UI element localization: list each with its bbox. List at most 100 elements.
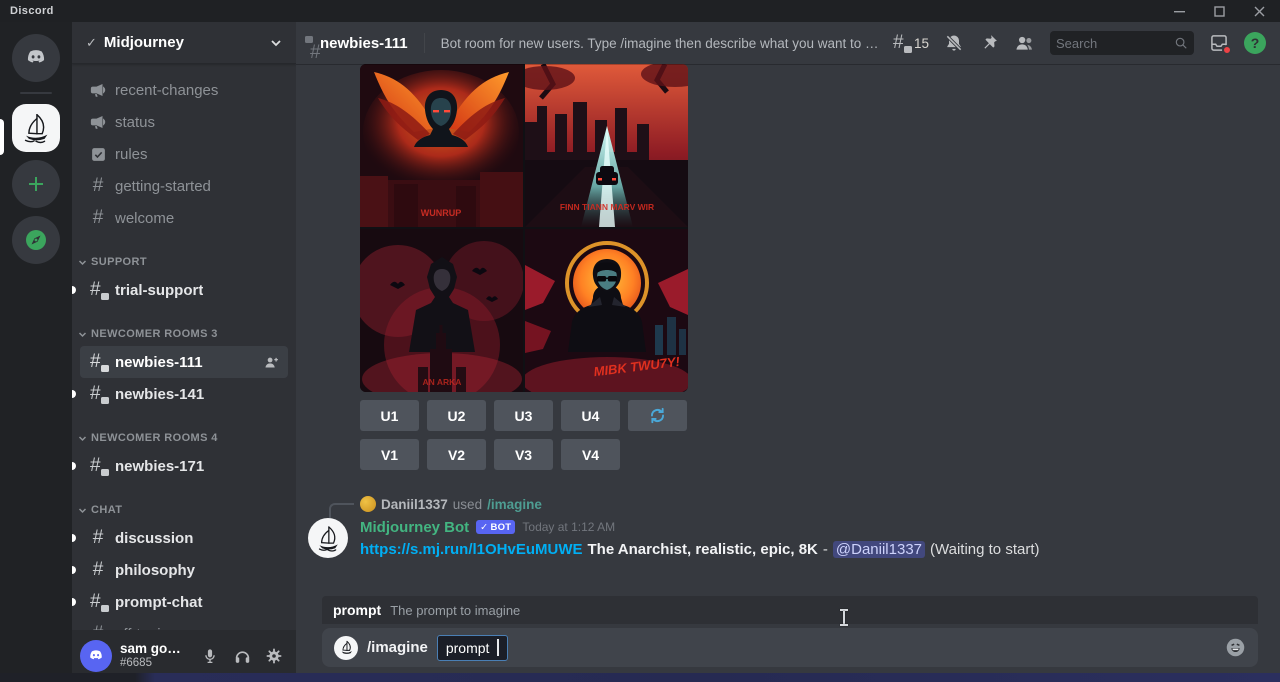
hash-icon: # [88, 624, 108, 630]
search-box[interactable] [1050, 31, 1194, 55]
channel-label: discussion [115, 530, 193, 547]
channel-label: prompt-chat [115, 594, 203, 611]
midjourney-bot-avatar[interactable] [308, 518, 348, 558]
hash-limited-icon: # [88, 280, 108, 300]
sidebar-item-prompt-chat[interactable]: # prompt-chat [80, 586, 288, 618]
upscale-u4-button[interactable]: U4 [561, 400, 620, 431]
unread-indicator [72, 462, 76, 470]
channel-label: philosophy [115, 562, 195, 579]
category-chat[interactable]: CHAT [72, 498, 296, 522]
prompt-link[interactable]: https://s.mj.run/l1OHvEuMUWE [360, 541, 583, 558]
minimize-button[interactable] [1172, 4, 1186, 18]
hash-icon: # [88, 176, 108, 196]
user-avatar[interactable] [80, 640, 112, 672]
explore-servers-button[interactable] [12, 216, 60, 264]
category-label: NEWCOMER ROOMS 3 [91, 328, 218, 340]
reply-user-avatar[interactable] [360, 496, 376, 512]
refresh-icon [648, 406, 667, 425]
generated-image-1[interactable]: WUNRUP [360, 64, 523, 227]
reply-command[interactable]: /imagine [487, 497, 542, 512]
emoji-picker-button[interactable] [1225, 637, 1246, 658]
invite-people-icon[interactable] [263, 354, 280, 371]
sidebar-item-newbies-111[interactable]: # newbies-111 [80, 346, 288, 378]
option-label: prompt [446, 640, 490, 656]
sidebar-item-newbies-141[interactable]: # newbies-141 [80, 378, 288, 410]
unread-indicator [72, 566, 76, 574]
sailboat-icon [337, 638, 356, 657]
sidebar-item-off-topic[interactable]: # off-topic [80, 618, 288, 630]
sailboat-icon [17, 109, 55, 147]
channel-label: recent-changes [115, 82, 218, 99]
user-mention[interactable]: @Daniil1337 [833, 541, 925, 558]
generated-image-2[interactable]: FINN TIANN MARV WIR [525, 64, 688, 227]
sidebar-item-philosophy[interactable]: # philosophy [80, 554, 288, 586]
compass-icon [23, 227, 49, 253]
settings-gear-button[interactable] [260, 642, 288, 670]
message-input[interactable]: /imagine prompt [322, 628, 1258, 667]
sidebar-item-status[interactable]: status [80, 106, 288, 138]
reply-context[interactable]: Daniil1337 used /imagine [360, 494, 1280, 514]
sidebar-item-getting-started[interactable]: # getting-started [80, 170, 288, 202]
sailboat-icon [311, 521, 345, 555]
message-bot-reply: Daniil1337 used /imagine Midjourney Bot … [296, 494, 1280, 558]
channel-label: trial-support [115, 282, 203, 299]
bot-author-name[interactable]: Midjourney Bot [360, 519, 469, 536]
channel-limit-indicator[interactable]: # 15 [893, 33, 929, 53]
pinned-messages-icon[interactable] [979, 33, 999, 53]
channel-header: # newbies-111 Bot room for new users. Ty… [296, 22, 1280, 64]
category-label: NEWCOMER ROOMS 4 [91, 432, 218, 444]
inbox-button[interactable] [1209, 33, 1229, 53]
server-icon-midjourney[interactable] [12, 104, 60, 152]
announcement-icon [88, 80, 108, 100]
variation-v2-button[interactable]: V2 [427, 439, 486, 470]
command-option-pill[interactable]: prompt [437, 635, 509, 661]
headphones-button[interactable] [228, 642, 256, 670]
category-newcomer-rooms-3[interactable]: NEWCOMER ROOMS 3 [72, 322, 296, 346]
svg-text:WUNRUP: WUNRUP [421, 208, 462, 218]
member-list-icon[interactable] [1014, 33, 1035, 54]
channel-label: getting-started [115, 178, 211, 195]
generated-image-3[interactable]: AN ARKA [360, 229, 523, 392]
upscale-button-row: U1 U2 U3 U4 [360, 400, 1280, 431]
plus-icon [26, 174, 46, 194]
search-input[interactable] [1056, 36, 1170, 51]
sidebar-item-recent-changes[interactable]: recent-changes [80, 74, 288, 106]
hash-limited-icon: # [88, 592, 108, 612]
channel-topic[interactable]: Bot room for new users. Type /imagine th… [441, 36, 881, 51]
notifications-muted-icon[interactable] [944, 33, 964, 53]
generated-image-4[interactable]: MIBK TWU7Y! [525, 229, 688, 392]
sidebar-item-welcome[interactable]: # welcome [80, 202, 288, 234]
sidebar-item-trial-support[interactable]: # trial-support [80, 274, 288, 306]
home-button[interactable] [12, 34, 60, 82]
message-list[interactable]: WUNRUP [296, 64, 1280, 594]
sidebar-item-rules[interactable]: rules [80, 138, 288, 170]
server-name: Midjourney [104, 34, 184, 51]
status-text: (Waiting to start) [930, 541, 1039, 558]
text-caret [497, 639, 499, 656]
variation-v4-button[interactable]: V4 [561, 439, 620, 470]
category-newcomer-rooms-4[interactable]: NEWCOMER ROOMS 4 [72, 426, 296, 450]
server-header[interactable]: ✓ Midjourney [72, 22, 296, 64]
upscale-u2-button[interactable]: U2 [427, 400, 486, 431]
reroll-button[interactable] [628, 400, 687, 431]
add-server-button[interactable] [12, 160, 60, 208]
sidebar-item-newbies-171[interactable]: # newbies-171 [80, 450, 288, 482]
category-support[interactable]: SUPPORT [72, 250, 296, 274]
sidebar-item-discussion[interactable]: # discussion [80, 522, 288, 554]
variation-v3-button[interactable]: V3 [494, 439, 553, 470]
chevron-down-icon [78, 258, 87, 267]
close-button[interactable] [1252, 4, 1266, 18]
midjourney-image-grid[interactable]: WUNRUP [360, 64, 688, 392]
upscale-u1-button[interactable]: U1 [360, 400, 419, 431]
mic-button[interactable] [196, 642, 224, 670]
maximize-button[interactable] [1212, 4, 1226, 18]
reply-username[interactable]: Daniil1337 [381, 497, 448, 512]
variation-v1-button[interactable]: V1 [360, 439, 419, 470]
upscale-u3-button[interactable]: U3 [494, 400, 553, 431]
channel-sidebar: ✓ Midjourney recent-changes status rules… [72, 22, 296, 682]
category-label: CHAT [91, 504, 122, 516]
announcement-icon [88, 112, 108, 132]
help-button[interactable]: ? [1244, 32, 1266, 54]
channel-label: newbies-141 [115, 386, 204, 403]
check-icon: ✓ [480, 522, 488, 533]
